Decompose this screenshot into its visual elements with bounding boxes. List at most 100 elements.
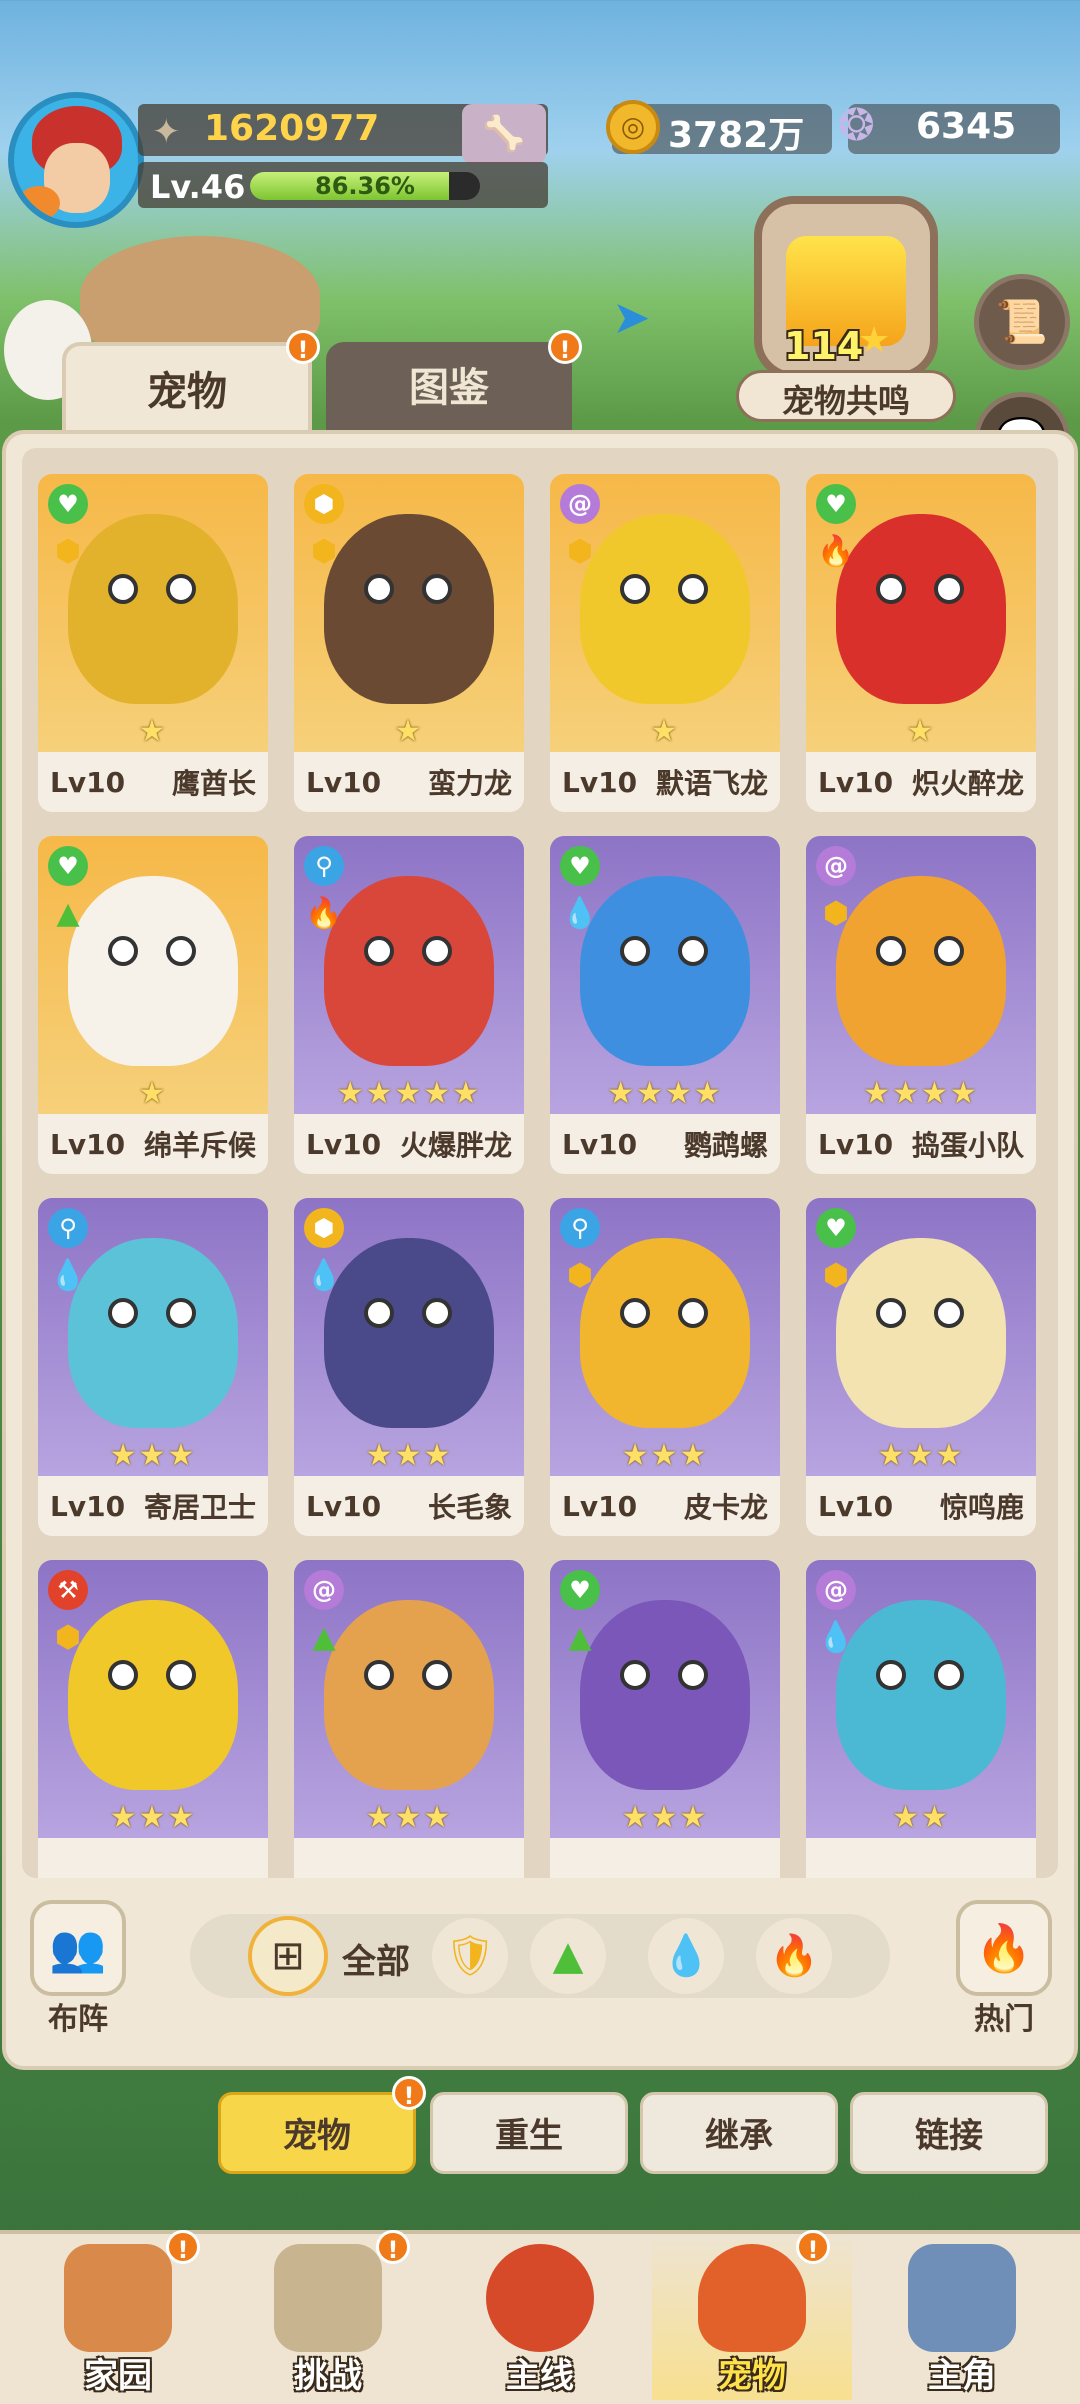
formation-button[interactable]: 👥	[30, 1900, 126, 1996]
filter-water-icon[interactable]: 💧	[648, 1918, 724, 1994]
filter-fire-icon[interactable]: 🔥	[756, 1918, 832, 1994]
pet-level: Lv10	[818, 1489, 894, 1523]
player-avatar[interactable]	[8, 92, 144, 228]
pet-eye	[620, 936, 650, 966]
pet-stars: ★	[138, 1076, 168, 1111]
tab-codex-alert-icon: !	[548, 330, 582, 364]
pet-eye	[166, 1660, 196, 1690]
pet-portrait	[324, 1600, 494, 1790]
leaf-icon: ▲	[56, 896, 80, 931]
pet-label: Lv10 蛮力龙	[294, 752, 524, 812]
fire-icon: 🔥	[817, 534, 855, 569]
pet-level: Lv10	[306, 1127, 382, 1161]
pet-name: 寄居卫士	[143, 1491, 256, 1524]
pet-stars: ★★★★	[863, 1076, 979, 1111]
pet-portrait	[836, 876, 1006, 1066]
challenge-icon	[274, 2244, 382, 2352]
pet-eye	[934, 936, 964, 966]
pet-eye	[108, 1660, 138, 1690]
pet-label: Lv10 寄居卫士	[38, 1476, 268, 1536]
pet-stars: ★★	[892, 1800, 950, 1835]
pet-card[interactable]: @ ⬢ ★ Lv10 默语飞龙	[550, 474, 780, 812]
pet-label	[806, 1838, 1036, 1878]
pet-card[interactable]: ⚲ ⬢ ★★★ Lv10 皮卡龙	[550, 1198, 780, 1536]
filter-leaf-icon[interactable]: ▲	[530, 1918, 606, 1994]
pet-portrait	[68, 876, 238, 1066]
resonance-badge[interactable]: 114 ★ 宠物共鸣	[736, 196, 956, 424]
pet-eye	[422, 1660, 452, 1690]
subtab-pets-alert-icon: !	[392, 2076, 426, 2110]
player-level: Lv.46	[150, 168, 246, 206]
pet-stars: ★★★	[365, 1800, 453, 1835]
tab-codex[interactable]: 图鉴	[326, 342, 572, 434]
pet-label: Lv10 惊鸣鹿	[806, 1476, 1036, 1536]
nav-hero[interactable]: 主角	[862, 2236, 1062, 2400]
nav-pets-alert-icon: !	[796, 2230, 830, 2264]
nav-main-quest[interactable]: 主线	[440, 2236, 640, 2400]
water-icon: 💧	[817, 1620, 855, 1655]
pet-level: Lv10	[818, 765, 894, 799]
pet-card[interactable]: ♥ 💧 ★★★★ Lv10 鹦鹉螺	[550, 836, 780, 1174]
pet-card[interactable]: ♥ ⬢ ★ Lv10 鹰酋长	[38, 474, 268, 812]
pet-eye	[108, 574, 138, 604]
shield-icon: ⬢	[822, 896, 850, 931]
pet-eye	[934, 574, 964, 604]
heart-icon: ♥	[560, 846, 600, 886]
subtab-reborn[interactable]: 重生	[430, 2092, 628, 2174]
pet-name: 捣蛋小队	[911, 1129, 1024, 1162]
filter-all-label[interactable]: 全部	[342, 1934, 410, 1983]
pet-name: 炽火醉龙	[911, 767, 1024, 800]
pet-grid-area: ♥ ⬢ ★ Lv10 鹰酋长 ⬢ ⬢ ★ Lv10 蛮力龙 @ ⬢ ★ Lv10 默语飞龙 ♥ 🔥 ★ Lv10 炽火…	[22, 448, 1058, 1878]
home-icon	[64, 2244, 172, 2352]
pet-label	[550, 1838, 780, 1878]
pet-card[interactable]: @ 💧 ★★	[806, 1560, 1036, 1878]
pet-portrait	[836, 1238, 1006, 1428]
pet-stars: ★	[394, 714, 424, 749]
shield-icon: ⬢	[54, 534, 82, 569]
pet-card[interactable]: ⚲ 💧 ★★★ Lv10 寄居卫士	[38, 1198, 268, 1536]
pet-name: 默语飞龙	[655, 767, 768, 800]
pet-level: Lv10	[562, 765, 638, 799]
pet-card[interactable]: ♥ ⬢ ★★★ Lv10 惊鸣鹿	[806, 1198, 1036, 1536]
quest-scroll-button[interactable]: 📜	[974, 274, 1070, 370]
main-quest-icon	[486, 2244, 594, 2352]
filter-shield-icon[interactable]: 🛡	[432, 1918, 508, 1994]
pet-card[interactable]: ⬢ ⬢ ★ Lv10 蛮力龙	[294, 474, 524, 812]
power-boost-icon[interactable]: 🦴	[462, 104, 546, 164]
pet-portrait	[580, 1600, 750, 1790]
pet-eye	[876, 1660, 906, 1690]
shell-amount: 6345	[916, 106, 1017, 147]
subtab-inherit[interactable]: 继承	[640, 2092, 838, 2174]
pet-eye	[934, 1298, 964, 1328]
filter-all-button[interactable]: ⊞	[248, 1916, 328, 1996]
spiral-icon: @	[304, 1570, 344, 1610]
nav-hero-label: 主角	[928, 2356, 996, 2396]
subtab-link[interactable]: 链接	[850, 2092, 1048, 2174]
spiral-icon: @	[816, 846, 856, 886]
pet-card[interactable]: ♥ ▲ ★ Lv10 绵羊斥候	[38, 836, 268, 1174]
pet-card[interactable]: ♥ 🔥 ★ Lv10 炽火醉龙	[806, 474, 1036, 812]
pet-eye	[166, 936, 196, 966]
scenery-beast	[80, 236, 320, 356]
pet-eye	[422, 936, 452, 966]
pet-stars: ★★★	[109, 1800, 197, 1835]
tab-pets[interactable]: 宠物	[62, 342, 312, 434]
pet-card[interactable]: ⚒ ⬢ ★★★	[38, 1560, 268, 1878]
hot-button[interactable]: 🔥	[956, 1900, 1052, 1996]
pet-card[interactable]: ⬢ 💧 ★★★ Lv10 长毛象	[294, 1198, 524, 1536]
pet-level: Lv10	[562, 1127, 638, 1161]
pet-level: Lv10	[306, 765, 382, 799]
pet-card[interactable]: @ ▲ ★★★	[294, 1560, 524, 1878]
pet-eye	[364, 574, 394, 604]
xp-progress-text: 86.36%	[315, 172, 415, 200]
heart-icon: ♥	[48, 484, 88, 524]
pet-card[interactable]: @ ⬢ ★★★★ Lv10 捣蛋小队	[806, 836, 1036, 1174]
pet-label: Lv10 皮卡龙	[550, 1476, 780, 1536]
pet-card[interactable]: ⚲ 🔥 ★★★★★ Lv10 火爆胖龙	[294, 836, 524, 1174]
pet-eye	[166, 1298, 196, 1328]
spiral-icon: @	[816, 1570, 856, 1610]
pet-card[interactable]: ♥ ▲ ★★★	[550, 1560, 780, 1878]
subtab-pets[interactable]: 宠物	[218, 2092, 416, 2174]
xp-progress: 86.36%	[250, 172, 480, 200]
pet-level: Lv10	[818, 1127, 894, 1161]
